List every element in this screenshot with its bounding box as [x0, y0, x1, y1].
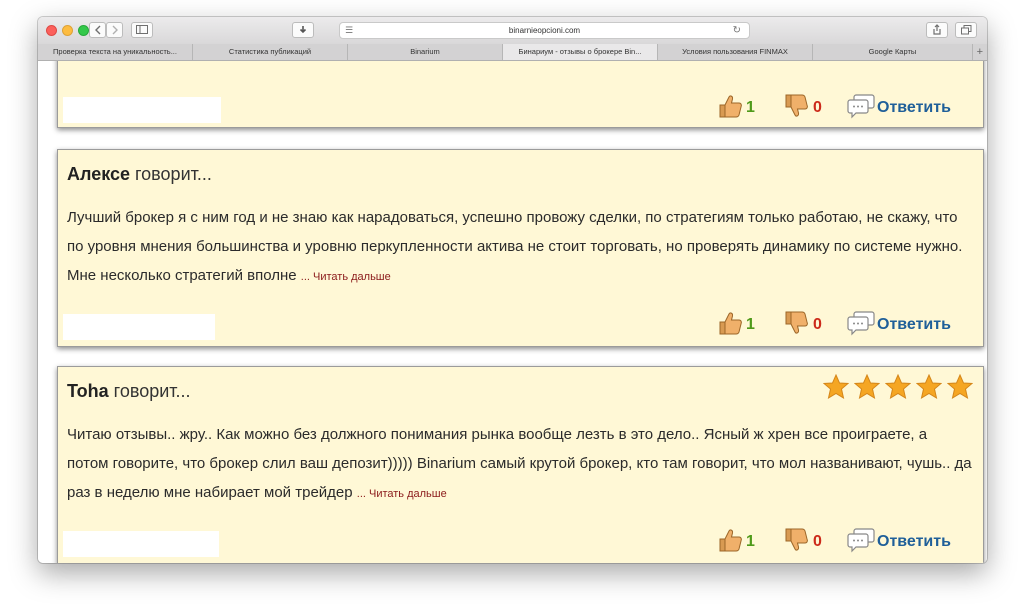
rating-stars: [818, 374, 973, 400]
thumbs-down-icon: [785, 94, 808, 117]
thumbs-up-icon: [719, 312, 742, 335]
reader-icon[interactable]: ☰: [345, 23, 353, 38]
show-tabs-button[interactable]: [955, 22, 977, 38]
author-name: Toha: [67, 381, 109, 401]
reply-button[interactable]: Ответить: [847, 310, 967, 338]
comment-author: Toha говорит...: [67, 381, 191, 402]
share-icon: [933, 24, 941, 35]
dislike-button[interactable]: 0: [783, 527, 827, 555]
comment-actions: 1 0 Ответить: [717, 310, 967, 338]
comment-card: Алексе говорит... Лучший брокер я с ним …: [57, 149, 984, 347]
like-button[interactable]: 1: [717, 93, 757, 121]
says-label: говорит...: [108, 381, 191, 401]
star-icon: [947, 374, 973, 400]
like-count: 1: [746, 316, 755, 333]
comment-text: Читаю отзывы.. жру.. Как можно без должн…: [67, 420, 972, 509]
comment-card: 1 0 Ответить: [57, 61, 984, 128]
sidebar-toggle-button[interactable]: [131, 22, 153, 38]
star-icon: [916, 374, 942, 400]
address-text: binarnieopcioni.com: [508, 26, 581, 35]
like-count: 1: [746, 533, 755, 550]
like-button[interactable]: 1: [717, 310, 757, 338]
chevron-left-icon: [94, 25, 100, 35]
title-bar: ☰ binarnieopcioni.com ↻: [38, 17, 987, 45]
browser-window: ☰ binarnieopcioni.com ↻ Проверка текста …: [38, 17, 987, 563]
new-tab-icon[interactable]: +: [977, 44, 983, 60]
zoom-window-button[interactable]: [78, 25, 89, 36]
tab-uniqueness[interactable]: Проверка текста на уникальность...: [38, 44, 193, 60]
address-bar[interactable]: ☰ binarnieopcioni.com ↻: [339, 22, 750, 39]
like-count: 1: [746, 99, 755, 116]
dislike-count: 0: [813, 533, 822, 550]
reply-label: Ответить: [877, 533, 951, 550]
read-more-link[interactable]: ... Читать дальше: [301, 271, 391, 283]
reply-button[interactable]: Ответить: [847, 93, 967, 121]
tabs-overview-icon: [960, 25, 971, 35]
reply-button[interactable]: Ответить: [847, 527, 967, 555]
chevron-right-icon: [112, 25, 118, 35]
back-button[interactable]: [89, 22, 106, 38]
comment-author: Алексе говорит...: [67, 164, 212, 185]
tab-bar: Проверка текста на уникальность... Стати…: [38, 44, 987, 61]
comment-text: Лучший брокер я с ним год и не знаю как …: [67, 203, 972, 292]
comment-body: Читаю отзывы.. жру.. Как можно без должн…: [67, 426, 972, 501]
thumbs-down-icon: [785, 311, 808, 334]
comment-actions: 1 0 Ответить: [717, 93, 967, 121]
comment-body: Лучший брокер я с ним год и не знаю как …: [67, 209, 963, 284]
says-label: говорит...: [130, 164, 212, 184]
hidden-block: [63, 314, 215, 340]
forward-button[interactable]: [106, 22, 123, 38]
speech-bubble-icon: [847, 528, 875, 553]
hidden-block: [63, 531, 219, 557]
tab-google-maps[interactable]: Google Карты: [813, 44, 973, 60]
dislike-count: 0: [813, 316, 822, 333]
extension-button[interactable]: [292, 22, 314, 38]
tab-binarium-reviews[interactable]: Бинариум - отзывы о брокере Bin...: [503, 44, 658, 60]
page-content: 1 0 Ответить Алексе говорит... Лучший бр…: [38, 61, 987, 563]
dislike-count: 0: [813, 99, 822, 116]
read-more-link[interactable]: ... Читать дальше: [357, 488, 447, 500]
download-shield-icon: [299, 26, 307, 34]
close-window-button[interactable]: [46, 25, 57, 36]
share-button[interactable]: [926, 22, 948, 38]
comment-card: Toha говорит... Читаю отзывы.. жру.. Как…: [57, 366, 984, 563]
tab-finmax-terms[interactable]: Условия пользования FINMAX: [658, 44, 813, 60]
reply-label: Ответить: [877, 316, 951, 333]
minimize-window-button[interactable]: [62, 25, 73, 36]
comment-actions: 1 0 Ответить: [717, 527, 967, 555]
speech-bubble-icon: [847, 311, 875, 336]
reload-icon[interactable]: ↻: [733, 23, 741, 38]
sidebar-icon: [136, 25, 148, 34]
star-icon: [854, 374, 880, 400]
dislike-button[interactable]: 0: [783, 93, 827, 121]
reply-label: Ответить: [877, 99, 951, 116]
star-icon: [823, 374, 849, 400]
star-icon: [885, 374, 911, 400]
hidden-block: [63, 97, 221, 123]
tab-statistics[interactable]: Статистика публикаций: [193, 44, 348, 60]
tab-binarium[interactable]: Binarium: [348, 44, 503, 60]
thumbs-down-icon: [785, 528, 808, 551]
author-name: Алексе: [67, 164, 130, 184]
thumbs-up-icon: [719, 529, 742, 552]
thumbs-up-icon: [719, 95, 742, 118]
dislike-button[interactable]: 0: [783, 310, 827, 338]
like-button[interactable]: 1: [717, 527, 757, 555]
speech-bubble-icon: [847, 94, 875, 119]
